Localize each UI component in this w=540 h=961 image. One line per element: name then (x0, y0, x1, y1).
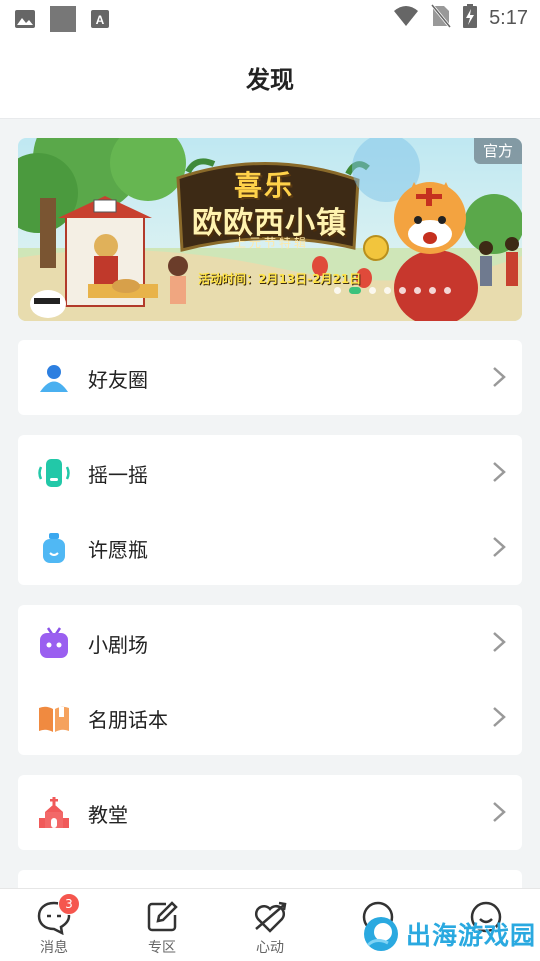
menu-label-friends-circle: 好友圈 (88, 368, 148, 392)
chevron-right-icon (493, 367, 506, 387)
tab-heartbeat[interactable]: 心动 (216, 889, 324, 961)
chevron-right-icon (493, 462, 506, 482)
carousel-dot (429, 287, 436, 294)
square-notification-icon (50, 6, 76, 36)
friends-icon (40, 365, 68, 392)
menu-item-wish-bottle[interactable]: 许愿瓶 (18, 510, 522, 585)
menu-item-shake[interactable]: 摇一摇 (18, 435, 522, 510)
tv-icon (40, 627, 68, 658)
carousel-dot (399, 287, 406, 294)
wifi-icon (393, 5, 419, 31)
carousel-dot (384, 287, 391, 294)
carousel-dot (414, 287, 421, 294)
clock: 5:17 (489, 6, 528, 29)
banner-event-time: 活动时间：2月13日-2月21日 (198, 272, 362, 286)
carousel-dot-active (349, 287, 361, 294)
bottle-icon (43, 533, 65, 563)
unread-badge: 3 (58, 893, 80, 915)
menu-item-theater[interactable]: 小剧场 (18, 605, 522, 680)
carousel-dot (369, 287, 376, 294)
edit-icon (147, 901, 178, 932)
chevron-right-icon (493, 537, 506, 557)
tab-messages[interactable]: 3 消息 (0, 889, 108, 961)
carousel-indicator (334, 287, 451, 294)
menu-label-theater: 小剧场 (88, 633, 148, 657)
tab-label-messages: 消息 (40, 940, 68, 956)
menu-item-friends-circle[interactable]: 好友圈 (18, 340, 522, 415)
watermark-logo-icon (364, 917, 398, 951)
watermark-text: 出海游戏园 (406, 921, 537, 950)
menu-label-church: 教堂 (88, 803, 128, 827)
watermark: 出海游戏园 (362, 912, 536, 956)
menu-card-church: 教堂 (18, 775, 522, 850)
chevron-right-icon (493, 632, 506, 652)
heart-arrow-icon (254, 901, 287, 933)
chevron-right-icon (493, 802, 506, 822)
carousel-dot (444, 287, 451, 294)
carousel-dot (334, 287, 341, 294)
menu-item-church[interactable]: 教堂 (18, 775, 522, 850)
official-tag: 官方 (473, 138, 522, 164)
menu-card-social: 好友圈 (18, 340, 522, 415)
gallery-icon (14, 9, 36, 33)
page-header: 发现 (0, 36, 540, 119)
tab-zone[interactable]: 专区 (108, 889, 216, 961)
menu-label-wish-bottle: 许愿瓶 (88, 538, 148, 562)
tab-label-heartbeat: 心动 (256, 940, 284, 956)
menu-card-stories: 小剧场 名朋话本 (18, 605, 522, 755)
shake-phone-icon (38, 459, 70, 487)
svg-text:A: A (96, 13, 105, 27)
tab-label-zone: 专区 (148, 940, 176, 956)
menu-card-fun: 摇一摇 许愿瓶 (18, 435, 522, 585)
church-icon (39, 797, 69, 828)
banner-subtitle: 上元节特辑 (234, 236, 310, 250)
menu-label-famous-scripts: 名朋话本 (88, 708, 168, 732)
font-notification-icon: A (90, 9, 110, 33)
page-title: 发现 (246, 66, 294, 94)
status-bar: A 5:17 (0, 0, 540, 36)
book-icon (39, 706, 69, 732)
no-sim-icon (430, 4, 452, 32)
menu-item-famous-scripts[interactable]: 名朋话本 (18, 680, 522, 755)
menu-label-shake: 摇一摇 (88, 463, 148, 487)
event-banner[interactable]: 喜乐 欧欧西小镇 上元节特辑 活动时间：2月13日-2月21日 官方 (18, 138, 522, 321)
chevron-right-icon (493, 707, 506, 727)
battery-charging-icon (463, 4, 478, 32)
